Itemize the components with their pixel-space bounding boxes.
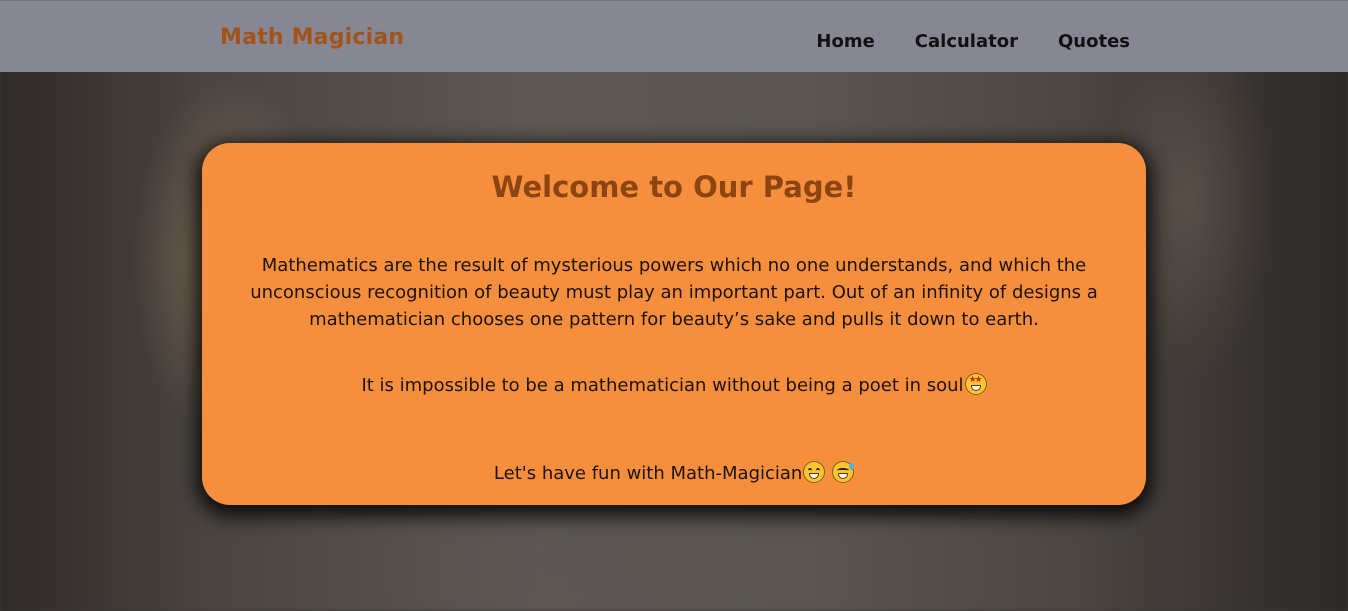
page-title: Welcome to Our Page! (491, 170, 857, 204)
nav-link-quotes[interactable]: Quotes (1058, 31, 1130, 52)
welcome-card: Welcome to Our Page! Mathematics are the… (202, 143, 1146, 505)
star-struck-emoji-icon (964, 373, 987, 395)
poet-line-text: It is impossible to be a mathematician w… (361, 375, 964, 396)
nav-links: Home Calculator Quotes (816, 31, 1130, 52)
nav-link-calculator[interactable]: Calculator (915, 31, 1018, 52)
fun-line: Let's have fun with Math-Magician (210, 460, 1138, 487)
brand-logo[interactable]: Math Magician (220, 25, 404, 50)
grinning-emoji-icon (803, 461, 826, 483)
poet-line: It is impossible to be a mathematician w… (210, 372, 1138, 399)
math-quote: Mathematics are the result of mysterious… (250, 255, 1098, 330)
grinning-sweat-emoji-icon (832, 461, 855, 483)
nav-link-home[interactable]: Home (816, 31, 874, 52)
fun-line-text: Let's have fun with Math-Magician (493, 463, 803, 484)
navbar: Math Magician Home Calculator Quotes (0, 0, 1348, 72)
